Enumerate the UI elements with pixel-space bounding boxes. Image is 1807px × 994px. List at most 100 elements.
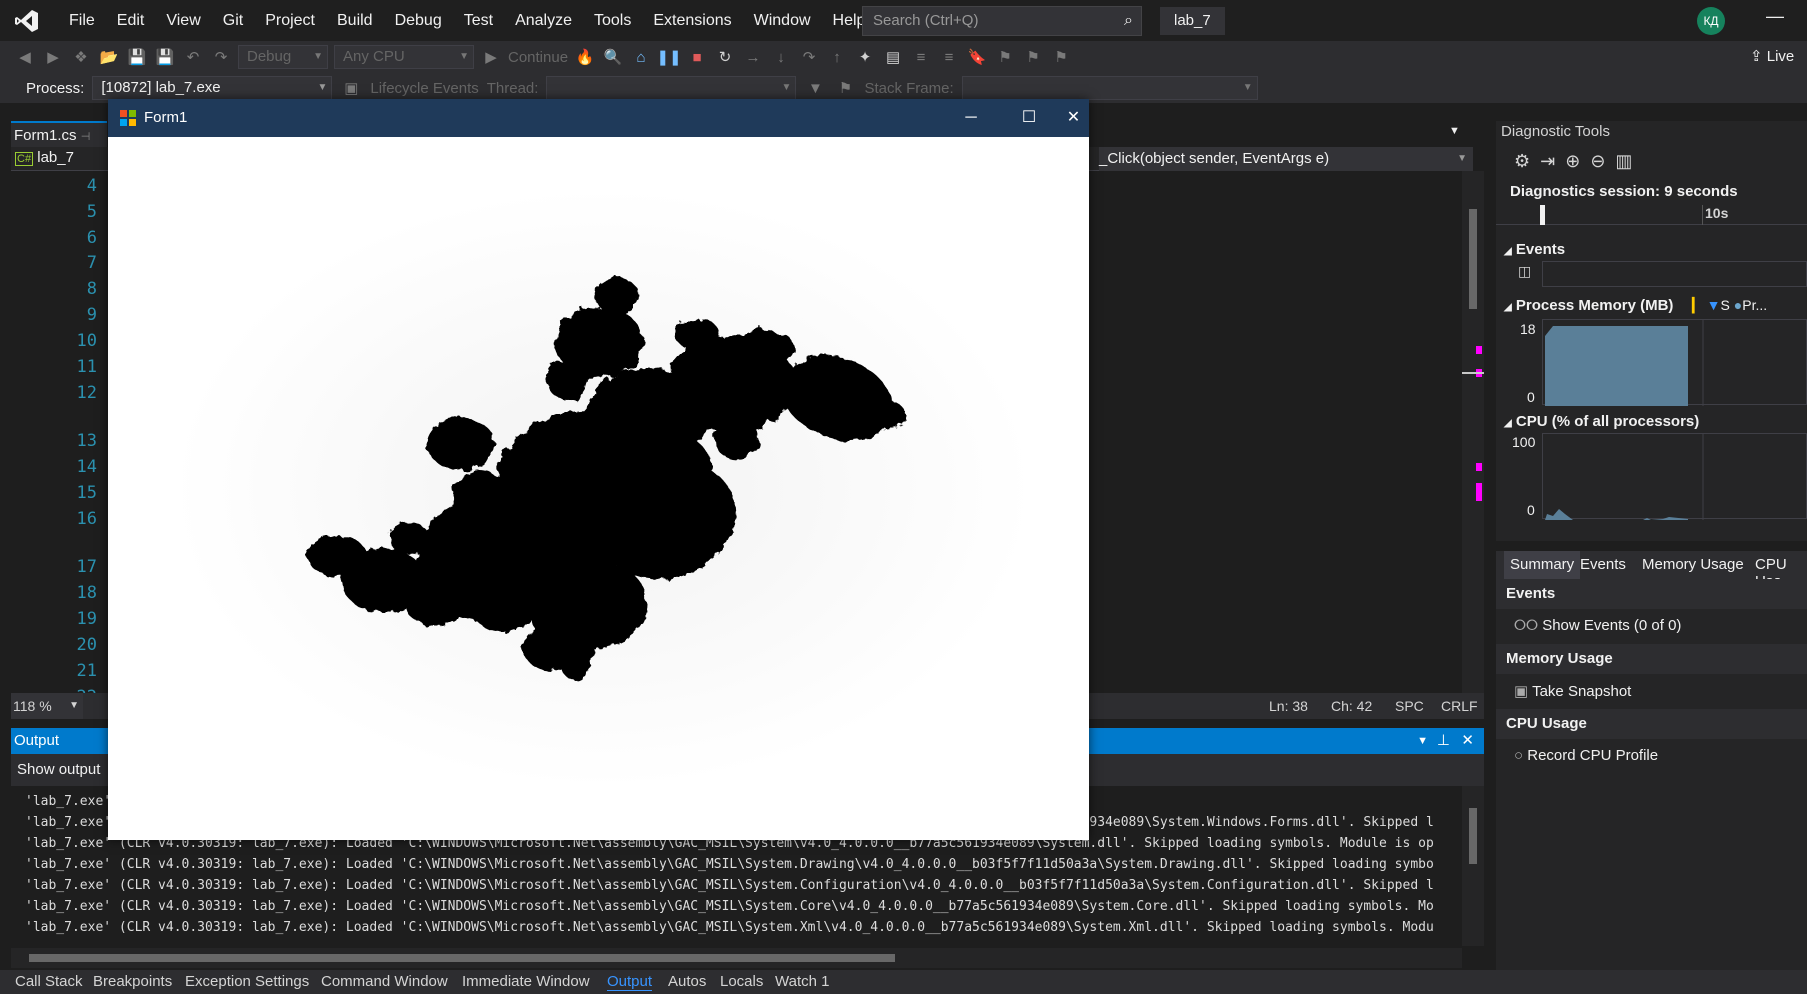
tab-call-stack[interactable]: Call Stack xyxy=(15,973,83,990)
menu-build[interactable]: Build xyxy=(326,0,384,41)
tab-overflow-icon[interactable]: ▼ xyxy=(1449,121,1484,147)
step-out-icon[interactable]: ↑ xyxy=(826,46,848,68)
undo-icon[interactable]: ↶ xyxy=(182,46,204,68)
back-icon[interactable]: ◀ xyxy=(14,46,36,68)
filter-icon[interactable]: ▼ xyxy=(804,77,826,99)
collapse-icon[interactable]: ◢ xyxy=(1504,246,1512,257)
gear-icon[interactable]: ⚙ xyxy=(1514,151,1530,172)
configuration-dropdown[interactable]: Debug ▼ xyxy=(238,45,328,69)
zoom-out-icon[interactable]: ⊖ xyxy=(1590,151,1605,172)
record-cpu-profile-button[interactable]: ○ Record CPU Profile xyxy=(1514,747,1658,764)
thread-dropdown[interactable]: ▼ xyxy=(546,76,797,100)
show-next-statement-icon[interactable]: → xyxy=(742,46,764,68)
search-input[interactable]: Search (Ctrl+Q) ⌕ xyxy=(862,6,1142,36)
memory-graph[interactable] xyxy=(1542,319,1807,406)
continue-button[interactable]: Continue xyxy=(508,49,568,66)
maximize-icon[interactable]: ☐ xyxy=(1000,99,1058,137)
tab-breakpoints[interactable]: Breakpoints xyxy=(93,973,172,990)
tab-summary[interactable]: Summary xyxy=(1504,551,1581,579)
fractal-canvas-area[interactable] xyxy=(119,148,1087,839)
project-selector[interactable]: C# lab_7 xyxy=(15,149,74,166)
hot-reload-icon[interactable]: 🔥 xyxy=(574,46,596,68)
zoom-in-icon[interactable]: ⊕ xyxy=(1565,151,1580,172)
line-ending-indicator[interactable]: CRLF xyxy=(1441,698,1478,714)
menu-analyze[interactable]: Analyze xyxy=(504,0,583,41)
bookmark-icon[interactable]: 🔖 xyxy=(966,46,988,68)
menu-test[interactable]: Test xyxy=(453,0,504,41)
uncomment-icon[interactable]: ≡ xyxy=(938,46,960,68)
open-folder-icon[interactable]: 📂 xyxy=(98,46,120,68)
menu-window[interactable]: Window xyxy=(743,0,822,41)
restart-icon[interactable]: ↻ xyxy=(714,46,736,68)
lifecycle-events-dropdown[interactable]: Lifecycle Events xyxy=(370,80,478,97)
whitespace-indicator[interactable]: SPC xyxy=(1395,698,1424,714)
tab-autos[interactable]: Autos xyxy=(668,973,706,990)
next-bookmark-icon[interactable]: ⚑ xyxy=(1022,46,1044,68)
tab-output[interactable]: Output xyxy=(607,973,653,991)
find-in-files-icon[interactable]: 🔍 xyxy=(602,46,624,68)
menu-view[interactable]: View xyxy=(155,0,211,41)
tab-watch-1[interactable]: Watch 1 xyxy=(775,973,829,990)
browser-link-icon[interactable]: ⌂ xyxy=(630,46,652,68)
reset-view-icon[interactable]: ▥ xyxy=(1615,151,1632,172)
avatar[interactable]: КД xyxy=(1697,7,1725,35)
stack-frame-dropdown[interactable]: ▼ xyxy=(961,76,1258,100)
menu-file[interactable]: File xyxy=(58,0,106,41)
clear-bookmarks-icon[interactable]: ⚑ xyxy=(1050,46,1072,68)
output-vertical-scrollbar[interactable] xyxy=(1462,786,1484,946)
new-project-icon[interactable]: ❖ xyxy=(70,46,92,68)
menu-project[interactable]: Project xyxy=(254,0,326,41)
stop-icon[interactable]: ■ xyxy=(686,46,708,68)
tab-events[interactable]: Events xyxy=(1580,556,1626,573)
redo-icon[interactable]: ↷ xyxy=(210,46,232,68)
menu-extensions[interactable]: Extensions xyxy=(642,0,742,41)
prev-bookmark-icon[interactable]: ⚑ xyxy=(994,46,1016,68)
collapse-icon[interactable]: ◢ xyxy=(1504,418,1512,429)
editor-vertical-scrollbar[interactable] xyxy=(1462,171,1484,693)
cpu-header[interactable]: ◢ CPU (% of all processors) xyxy=(1504,413,1699,430)
step-over-icon[interactable]: ↷ xyxy=(798,46,820,68)
tab-locals[interactable]: Locals xyxy=(720,973,763,990)
platform-dropdown[interactable]: Any CPU ▼ xyxy=(334,45,474,69)
tab-memory-usage[interactable]: Memory Usage xyxy=(1642,556,1744,573)
pin-icon[interactable]: ⊥ xyxy=(1437,728,1450,754)
step-into-icon[interactable]: ↓ xyxy=(770,46,792,68)
tab-exception-settings[interactable]: Exception Settings xyxy=(185,973,309,990)
take-snapshot-button[interactable]: ▣ Take Snapshot xyxy=(1514,682,1631,700)
forward-icon[interactable]: ▶ xyxy=(42,46,64,68)
menu-debug[interactable]: Debug xyxy=(384,0,453,41)
events-header[interactable]: ◢ Events xyxy=(1504,241,1565,258)
output-horizontal-scrollbar[interactable] xyxy=(11,948,1462,968)
minimize-icon[interactable]: ─ xyxy=(942,99,1000,137)
pause-icon[interactable]: ❚❚ xyxy=(656,46,681,68)
threads-icon[interactable]: ▤ xyxy=(882,46,904,68)
process-memory-header[interactable]: ◢ Process Memory (MB) xyxy=(1504,297,1673,314)
zoom-dropdown[interactable]: 118 % ▼ xyxy=(11,693,83,719)
save-icon[interactable]: 💾 xyxy=(126,46,148,68)
live-share-button[interactable]: ⇪ Live xyxy=(1750,47,1794,65)
scroll-thumb[interactable] xyxy=(29,954,895,962)
tab-command-window[interactable]: Command Window xyxy=(321,973,448,990)
chevron-down-icon[interactable]: ▼ xyxy=(1417,728,1428,754)
cpu-graph[interactable] xyxy=(1542,433,1807,520)
events-toggle-icon[interactable]: ◫ xyxy=(1518,263,1531,280)
timeline-cursor[interactable] xyxy=(1540,205,1545,225)
collapse-icon[interactable]: ◢ xyxy=(1504,302,1512,313)
timeline-ruler[interactable]: 10s xyxy=(1496,205,1807,225)
close-icon[interactable]: ✕ xyxy=(1461,728,1474,754)
hot-path-icon[interactable]: ✦ xyxy=(854,46,876,68)
menu-edit[interactable]: Edit xyxy=(106,0,156,41)
menu-git[interactable]: Git xyxy=(212,0,254,41)
flag-icon[interactable]: ⚑ xyxy=(834,77,856,99)
scroll-thumb[interactable] xyxy=(1469,209,1477,309)
tab-form1-cs[interactable]: Form1.cs ⊣ xyxy=(11,121,107,147)
process-dropdown[interactable]: [10872] lab_7.exe ▼ xyxy=(92,76,333,100)
pin-icon[interactable]: ⊣ xyxy=(81,131,91,143)
member-selector[interactable]: _Click(object sender, EventArgs e) ▼ xyxy=(1099,147,1473,171)
close-icon[interactable]: ✕ xyxy=(1058,99,1089,137)
show-events-link[interactable]: ⭘⭘ Show Events (0 of 0) xyxy=(1514,617,1681,634)
save-all-icon[interactable]: 💾 xyxy=(154,46,176,68)
minimize-icon[interactable]: — xyxy=(1766,6,1784,27)
comment-icon[interactable]: ≡ xyxy=(910,46,932,68)
menu-tools[interactable]: Tools xyxy=(583,0,642,41)
